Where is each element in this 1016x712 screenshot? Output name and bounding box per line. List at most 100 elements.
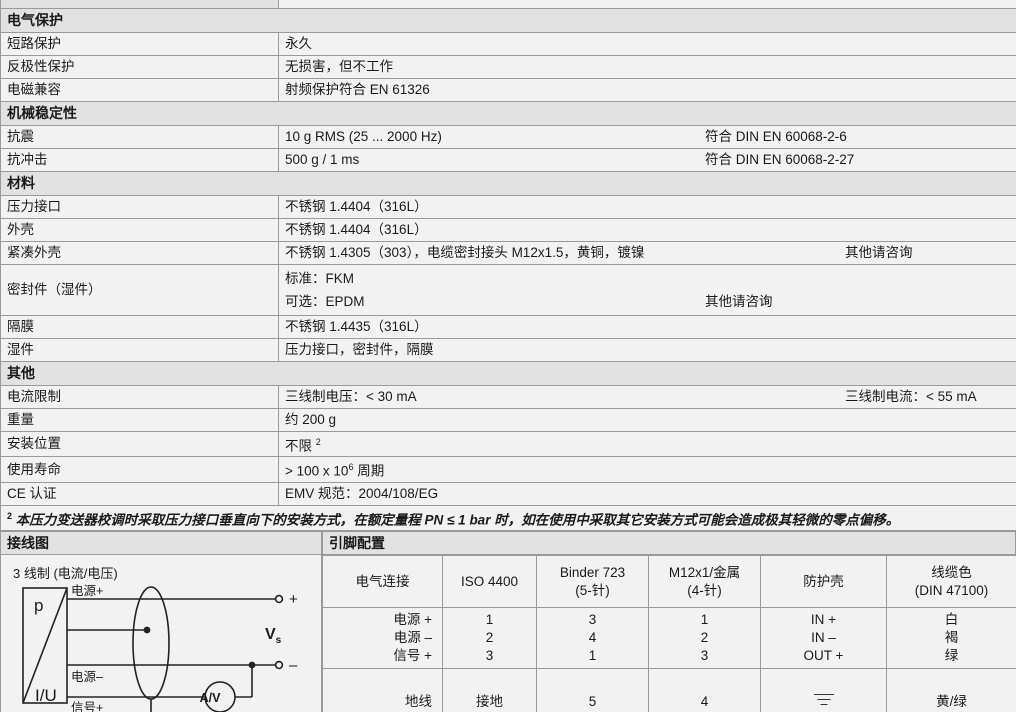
col-line1: 防护壳 — [803, 573, 844, 589]
wiring-schematic-svg: 电源+ 电源– 信号+ p I/U + – Vs A/V — [22, 584, 298, 712]
cell-shield-pins: IN + IN – OUT + — [760, 607, 887, 669]
row-value: 标准：FKM 可选：EPDM 其他请咨询 — [278, 263, 1016, 316]
row-label: 安装位置 — [0, 430, 279, 457]
value-secondary: 其他请咨询 — [705, 293, 773, 309]
row-value: 约 200 g — [278, 407, 1016, 432]
value-secondary: 三线制电流：< 55 mA — [845, 389, 977, 404]
junction-dot-minus — [248, 661, 256, 669]
pin-signal-list: 电源 + 电源 – 信号 + — [327, 611, 432, 665]
cable-color: 绿 — [944, 648, 959, 663]
row-value: 不锈钢 1.4404（316L） — [278, 194, 1016, 219]
row-label: 紧凑外壳 — [0, 240, 279, 265]
row-label: 电磁兼容 — [0, 77, 279, 102]
terminal-minus-circle — [274, 660, 284, 670]
cell-m12x1-pins: 1 2 3 — [648, 607, 761, 669]
row-label: 电流限制 — [0, 384, 279, 409]
pin-signal: 电源 + — [393, 612, 432, 627]
footnote-row: 2 本压力变送器校调时采取压力接口垂直向下的安装方式，在额定量程 PN ≤ 1 … — [0, 504, 1016, 531]
table-row: 重量 约 200 g — [0, 407, 1016, 432]
pin-number-list: 3 4 1 — [541, 611, 644, 665]
terminal-plus-circle — [274, 594, 284, 604]
section-title-materials: 材料 — [0, 170, 1016, 196]
pin-number-list: IN + IN – OUT + — [765, 611, 882, 665]
value-primary: 三线制电压：< 30 mA — [285, 389, 417, 404]
pinout-row-signals: 电源 + 电源 – 信号 + 1 2 3 3 4 1 1 2 3 IN + IN… — [322, 607, 1016, 669]
row-value: 无损害，但不工作 — [278, 54, 1016, 79]
pin-number-list: 1 2 3 — [447, 611, 532, 665]
pinout-table: 电气连接 ISO 4400 Binder 723 (5-针) M12x1/金属 — [322, 555, 1016, 712]
label-terminal-plus: + — [289, 591, 298, 608]
pin-signal: 电源 – — [393, 630, 432, 645]
table-row: 紧凑外壳 不锈钢 1.4305（303），电缆密封接头 M12x1.5，黄铜，镀… — [0, 240, 1016, 265]
row-value: 永久 — [278, 31, 1016, 56]
value-pair: 500 g / 1 ms 符合 DIN EN 60068-2-27 — [285, 151, 1010, 168]
pin-number: 2 — [485, 630, 494, 645]
specifications-table: 电气保护 短路保护 永久 反极性保护 无损害，但不工作 电磁兼容 射频保护符合 … — [0, 0, 1016, 531]
row-value: 500 g / 1 ms 符合 DIN EN 60068-2-27 — [278, 147, 1016, 172]
value-primary: 不锈钢 1.4305（303），电缆密封接头 M12x1.5，黄铜，镀镍 — [285, 245, 645, 260]
section-title-mechanical-stability: 机械稳定性 — [0, 100, 1016, 126]
value-pair: 三线制电压：< 30 mA 三线制电流：< 55 mA — [285, 388, 1010, 405]
label-power-minus: 电源– — [71, 670, 103, 684]
cell-ground-iso4400: 接地 — [442, 668, 537, 712]
row-value: 射频保护符合 EN 61326 — [278, 77, 1016, 102]
pin-number: 1 — [588, 648, 597, 663]
table-row: 反极性保护 无损害，但不工作 — [0, 54, 1016, 79]
value-primary: 500 g / 1 ms — [285, 152, 360, 167]
row-value: 不限 2 — [278, 430, 1016, 457]
row-label: CE 认证 — [0, 481, 279, 506]
col-line2: (5-针) — [575, 582, 610, 598]
pin-number: 4 — [588, 630, 597, 645]
col-line2: (4-针) — [687, 582, 722, 598]
pinout-header-row: 电气连接 ISO 4400 Binder 723 (5-针) M12x1/金属 — [322, 555, 1016, 608]
table-row: CE 认证 EMV 规范：2004/108/EG — [0, 481, 1016, 506]
value-secondary: 符合 DIN EN 60068-2-27 — [705, 152, 855, 167]
cable-color: 白 — [944, 612, 959, 627]
wiring-diagram-header: 接线图 — [0, 531, 322, 555]
row-value: 10 g RMS (25 ... 2000 Hz) 符合 DIN EN 6006… — [278, 124, 1016, 149]
col-line1: M12x1/金属 — [668, 564, 741, 580]
pinout-col-iso4400: ISO 4400 — [442, 555, 537, 608]
cell-signal-names: 电源 + 电源 – 信号 + — [322, 607, 443, 669]
pinout-row-ground: 地线 接地 5 4 黄/绿 — [322, 668, 1016, 712]
table-row: 隔膜 不锈钢 1.4435（316L） — [0, 314, 1016, 339]
value-secondary: 其他请咨询 — [845, 245, 913, 260]
value-primary: 10 g RMS (25 ... 2000 Hz) — [285, 129, 442, 144]
label-signal-plus: 信号+ — [71, 701, 103, 712]
section-title-electrical-protection: 电气保护 — [0, 7, 1016, 33]
pin-number: 3 — [700, 648, 709, 663]
row-label: 短路保护 — [0, 31, 279, 56]
value-line: 可选：EPDM 其他请咨询 — [285, 290, 1010, 313]
row-label: 湿件 — [0, 337, 279, 362]
cable-color: 褐 — [944, 630, 959, 645]
table-row: 抗冲击 500 g / 1 ms 符合 DIN EN 60068-2-27 — [0, 147, 1016, 172]
wiring-diagram-panel: 接线图 3 线制 (电流/电压) 电源+ 电源– 信号+ p I/U + – V… — [0, 531, 322, 712]
col-line1: ISO 4400 — [460, 573, 519, 589]
pin-number: 3 — [485, 648, 494, 663]
section-header-row: 其他 — [0, 360, 1016, 386]
pin-number-list: 1 2 3 — [653, 611, 756, 665]
row-label: 隔膜 — [0, 314, 279, 339]
row-label: 抗震 — [0, 124, 279, 149]
pinout-col-m12x1: M12x1/金属 (4-针) — [648, 555, 761, 608]
wiring-diagram-body: 3 线制 (电流/电压) 电源+ 电源– 信号+ p I/U + – Vs A/… — [0, 555, 322, 712]
table-row: 使用寿命 > 100 x 106 周期 — [0, 456, 1016, 483]
value-stack: 标准：FKM 可选：EPDM 其他请咨询 — [285, 267, 1010, 313]
col-line1: 线缆色 — [931, 564, 972, 580]
value-line: 标准：FKM — [285, 267, 1010, 290]
row-label: 外壳 — [0, 217, 279, 242]
sliver-label-cell — [0, 0, 279, 9]
pin-number: IN – — [811, 630, 836, 645]
section-header-row: 电气保护 — [0, 7, 1016, 33]
table-row: 湿件 压力接口，密封件，隔膜 — [0, 337, 1016, 362]
value-text: 不限 — [285, 438, 312, 453]
junction-dot-shield — [143, 626, 151, 634]
value-suffix: 周期 — [353, 463, 385, 479]
value-secondary: 符合 DIN EN 60068-2-6 — [705, 129, 847, 144]
row-label: 抗冲击 — [0, 147, 279, 172]
row-value: > 100 x 106 周期 — [278, 456, 1016, 483]
cable-color-list: 白 褐 绿 — [891, 611, 1012, 665]
bottom-panels: 接线图 3 线制 (电流/电压) 电源+ 电源– 信号+ p I/U + – V… — [0, 531, 1016, 712]
pinout-header: 引脚配置 — [322, 531, 1016, 555]
pinout-body: 电气连接 ISO 4400 Binder 723 (5-针) M12x1/金属 — [322, 555, 1016, 712]
